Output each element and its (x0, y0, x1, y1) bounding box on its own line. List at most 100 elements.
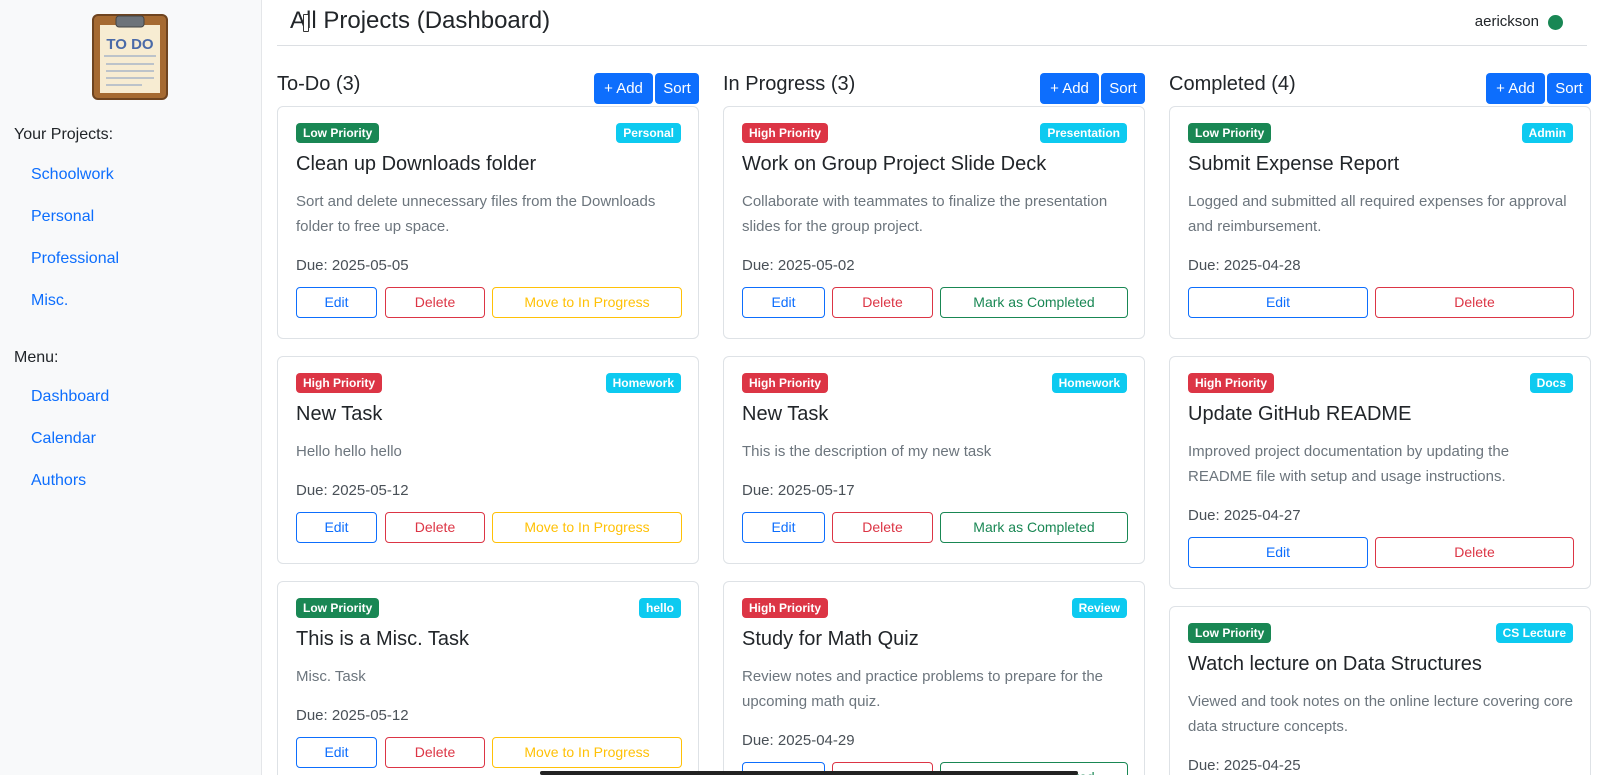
priority-badge: Low Priority (1188, 623, 1272, 643)
sidebar: TO DO Your Projects: Schoolwork Personal… (0, 0, 262, 775)
task-description: Viewed and took notes on the online lect… (1188, 693, 1573, 735)
priority-badge: High Priority (742, 598, 829, 618)
delete-button[interactable]: Delete (385, 287, 485, 318)
task-description: This is the description of my new task (742, 443, 992, 460)
edit-button[interactable]: Edit (296, 737, 377, 768)
column-completed: Completed (4) + Add Sort Low Priority Ad… (1169, 70, 1591, 775)
task-title: Clean up Downloads folder (296, 153, 537, 175)
text-cursor-icon (303, 14, 309, 32)
tag-badge: Review (1071, 598, 1127, 618)
delete-button[interactable]: Delete (832, 512, 933, 543)
task-title: Watch lecture on Data Structures (1188, 653, 1482, 675)
delete-button[interactable]: Delete (385, 737, 485, 768)
due-date: Due: 2025-05-05 (296, 257, 409, 274)
column-title: In Progress (3) (723, 73, 856, 95)
menu-heading: Menu: (14, 349, 59, 366)
priority-badge: High Priority (742, 123, 829, 143)
sort-button[interactable]: Sort (655, 73, 699, 104)
priority-badge: Low Priority (296, 598, 380, 618)
column-header: To-Do (3) + Add Sort (277, 70, 699, 104)
move-to-in-progress-button[interactable]: Move to In Progress (492, 737, 682, 768)
priority-badge: High Priority (1188, 373, 1275, 393)
priority-badge: High Priority (742, 373, 829, 393)
due-date: Due: 2025-04-29 (742, 732, 855, 749)
task-title: New Task (742, 403, 829, 425)
sidebar-item-authors[interactable]: Authors (31, 472, 86, 490)
online-status-icon (1548, 15, 1563, 30)
task-title: Study for Math Quiz (742, 628, 919, 650)
delete-button[interactable]: Delete (385, 512, 485, 543)
task-card: High Priority Review Study for Math Quiz… (723, 581, 1145, 775)
task-description: Sort and delete unnecessary files from t… (296, 193, 656, 235)
task-card: High Priority Docs Update GitHub README … (1169, 356, 1591, 589)
priority-badge: Low Priority (296, 123, 380, 143)
edit-button[interactable]: Edit (742, 512, 825, 543)
edit-button[interactable]: Edit (1188, 537, 1368, 568)
column-title: To-Do (3) (277, 73, 361, 95)
sidebar-item-personal[interactable]: Personal (31, 208, 94, 226)
task-card: Low Priority Admin Submit Expense Report… (1169, 106, 1591, 339)
sidebar-item-dashboard[interactable]: Dashboard (31, 388, 109, 406)
task-description: Improved project documentation by updati… (1188, 443, 1510, 485)
due-date: Due: 2025-04-28 (1188, 257, 1301, 274)
edit-button[interactable]: Edit (296, 287, 377, 318)
horizontal-scrollbar[interactable] (540, 771, 1078, 775)
priority-badge: Low Priority (1188, 123, 1272, 143)
sort-button[interactable]: Sort (1547, 73, 1591, 104)
task-card: High Priority Presentation Work on Group… (723, 106, 1145, 339)
edit-button[interactable]: Edit (742, 287, 825, 318)
task-card: Low Priority hello This is a Misc. Task … (277, 581, 699, 775)
task-card: High Priority Homework New Task Hello he… (277, 356, 699, 564)
due-date: Due: 2025-04-25 (1188, 757, 1301, 774)
tag-badge: CS Lecture (1495, 623, 1573, 643)
task-title: Submit Expense Report (1188, 153, 1400, 175)
delete-button[interactable]: Delete (1375, 287, 1574, 318)
task-title: New Task (296, 403, 383, 425)
tag-badge: Personal (616, 123, 681, 143)
column-title: Completed (4) (1169, 73, 1296, 95)
add-button[interactable]: + Add (1486, 73, 1545, 104)
add-button[interactable]: + Add (1040, 73, 1099, 104)
task-description: Misc. Task (296, 668, 366, 685)
delete-button[interactable]: Delete (1375, 537, 1574, 568)
due-date: Due: 2025-05-12 (296, 482, 409, 499)
due-date: Due: 2025-05-17 (742, 482, 855, 499)
sidebar-item-misc[interactable]: Misc. (31, 292, 68, 310)
task-title: Update GitHub README (1188, 403, 1412, 425)
due-date: Due: 2025-05-12 (296, 707, 409, 724)
due-date: Due: 2025-04-27 (1188, 507, 1301, 524)
tag-badge: hello (638, 598, 681, 618)
mark-completed-button[interactable]: Mark as Completed (940, 512, 1128, 543)
add-button[interactable]: + Add (594, 73, 653, 104)
edit-button[interactable]: Edit (1188, 287, 1368, 318)
sidebar-item-calendar[interactable]: Calendar (31, 430, 96, 448)
tag-badge: Homework (1051, 373, 1127, 393)
projects-heading: Your Projects: (14, 126, 114, 143)
task-card: Low Priority Personal Clean up Downloads… (277, 106, 699, 339)
column-todo: To-Do (3) + Add Sort Low Priority Person… (277, 70, 699, 775)
column-header: Completed (4) + Add Sort (1169, 70, 1591, 104)
column-in-progress: In Progress (3) + Add Sort High Priority… (723, 70, 1145, 775)
task-title: Work on Group Project Slide Deck (742, 153, 1047, 175)
due-date: Due: 2025-05-02 (742, 257, 855, 274)
sidebar-item-schoolwork[interactable]: Schoolwork (31, 166, 114, 184)
sidebar-item-professional[interactable]: Professional (31, 250, 119, 268)
task-description: Collaborate with teammates to finalize t… (742, 193, 1108, 235)
tag-badge: Homework (605, 373, 681, 393)
task-title: This is a Misc. Task (296, 628, 469, 650)
edit-button[interactable]: Edit (296, 512, 377, 543)
move-to-in-progress-button[interactable]: Move to In Progress (492, 512, 682, 543)
tag-badge: Presentation (1040, 123, 1127, 143)
sort-button[interactable]: Sort (1101, 73, 1145, 104)
mark-completed-button[interactable]: Mark as Completed (940, 287, 1128, 318)
todo-clipboard-logo: TO DO (92, 14, 168, 100)
task-card: High Priority Homework New Task This is … (723, 356, 1145, 564)
page-title: All Projects (Dashboard) (290, 7, 551, 34)
column-header: In Progress (3) + Add Sort (723, 70, 1145, 104)
priority-badge: High Priority (296, 373, 383, 393)
task-card: Low Priority CS Lecture Watch lecture on… (1169, 606, 1591, 775)
move-to-in-progress-button[interactable]: Move to In Progress (492, 287, 682, 318)
task-description: Review notes and practice problems to pr… (742, 668, 1104, 710)
username[interactable]: aerickson (1475, 13, 1539, 30)
delete-button[interactable]: Delete (832, 287, 933, 318)
